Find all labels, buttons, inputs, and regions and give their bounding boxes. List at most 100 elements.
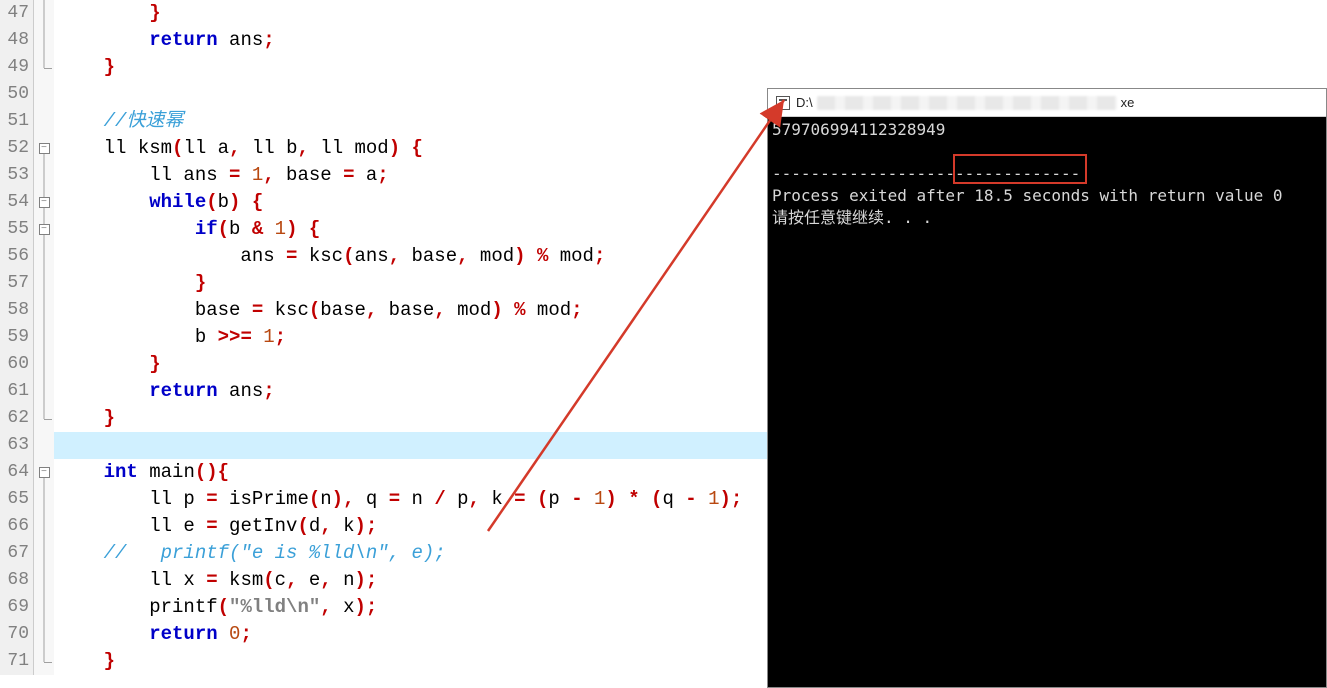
code-editor[interactable]: 47 }48 return ans;49 }5051 //快速幂52− ll k… [0,0,770,675]
code-content[interactable]: int main(){ [54,459,770,486]
line-number[interactable]: 68 [0,567,34,594]
line-number[interactable]: 57 [0,270,34,297]
fold-guide [34,567,54,594]
code-content[interactable]: } [54,648,770,675]
code-content[interactable]: } [54,351,770,378]
line-number[interactable]: 52 [0,135,34,162]
line-number[interactable]: 70 [0,621,34,648]
line-number[interactable]: 51 [0,108,34,135]
line-number[interactable]: 67 [0,540,34,567]
code-line[interactable]: 69 printf("%lld\n", x); [0,594,770,621]
fold-guide [34,54,54,81]
code-content[interactable]: ll ksm(ll a, ll b, ll mod) { [54,135,770,162]
code-line[interactable]: 50 [0,81,770,108]
line-number[interactable]: 58 [0,297,34,324]
line-number[interactable]: 60 [0,351,34,378]
fold-toggle-icon[interactable]: − [34,189,54,216]
code-content[interactable]: } [54,54,770,81]
fold-guide [34,594,54,621]
code-content[interactable]: return ans; [54,378,770,405]
line-number[interactable]: 66 [0,513,34,540]
line-number[interactable]: 47 [0,0,34,27]
code-line[interactable]: 47 } [0,0,770,27]
code-content[interactable] [54,432,770,459]
code-line[interactable]: 61 return ans; [0,378,770,405]
fold-guide [34,432,54,459]
code-line[interactable]: 67 // printf("e is %lld\n", e); [0,540,770,567]
fold-guide [34,540,54,567]
line-number[interactable]: 63 [0,432,34,459]
code-content[interactable]: b >>= 1; [54,324,770,351]
code-content[interactable]: printf("%lld\n", x); [54,594,770,621]
code-content[interactable]: // printf("e is %lld\n", e); [54,540,770,567]
line-number[interactable]: 48 [0,27,34,54]
fold-guide [34,270,54,297]
code-line[interactable]: 51 //快速幂 [0,108,770,135]
terminal-titlebar[interactable]: D:\ xe [768,89,1326,117]
line-number[interactable]: 49 [0,54,34,81]
line-number[interactable]: 61 [0,378,34,405]
line-number[interactable]: 64 [0,459,34,486]
fold-guide [34,162,54,189]
code-line[interactable]: 63 [0,432,770,459]
line-number[interactable]: 59 [0,324,34,351]
fold-guide [34,648,54,675]
line-number[interactable]: 53 [0,162,34,189]
code-line[interactable]: 54− while(b) { [0,189,770,216]
code-content[interactable]: if(b & 1) { [54,216,770,243]
code-line[interactable]: 65 ll p = isPrime(n), q = n / p, k = (p … [0,486,770,513]
terminal-title-suffix: xe [1121,95,1135,110]
code-line[interactable]: 57 } [0,270,770,297]
fold-guide [34,0,54,27]
code-content[interactable]: ll e = getInv(d, k); [54,513,770,540]
line-number[interactable]: 62 [0,405,34,432]
fold-guide [34,27,54,54]
code-line[interactable]: 53 ll ans = 1, base = a; [0,162,770,189]
line-number[interactable]: 54 [0,189,34,216]
terminal-prompt: 请按任意键继续. . . [772,208,932,227]
code-line[interactable]: 68 ll x = ksm(c, e, n); [0,567,770,594]
code-content[interactable]: //快速幂 [54,108,770,135]
code-line[interactable]: 52− ll ksm(ll a, ll b, ll mod) { [0,135,770,162]
code-line[interactable]: 55− if(b & 1) { [0,216,770,243]
code-line[interactable]: 48 return ans; [0,27,770,54]
terminal-title-prefix: D:\ [796,95,813,110]
fold-guide [34,108,54,135]
code-content[interactable]: ll x = ksm(c, e, n); [54,567,770,594]
code-content[interactable]: ans = ksc(ans, base, mod) % mod; [54,243,770,270]
code-content[interactable]: return 0; [54,621,770,648]
code-line[interactable]: 58 base = ksc(base, base, mod) % mod; [0,297,770,324]
line-number[interactable]: 69 [0,594,34,621]
line-number[interactable]: 65 [0,486,34,513]
code-line[interactable]: 49 } [0,54,770,81]
line-number[interactable]: 55 [0,216,34,243]
line-number[interactable]: 71 [0,648,34,675]
code-content[interactable]: } [54,270,770,297]
fold-guide [34,81,54,108]
code-line[interactable]: 64− int main(){ [0,459,770,486]
code-content[interactable]: } [54,0,770,27]
code-content[interactable] [54,81,770,108]
code-content[interactable]: return ans; [54,27,770,54]
code-line[interactable]: 62 } [0,405,770,432]
code-line[interactable]: 70 return 0; [0,621,770,648]
fold-guide [34,351,54,378]
code-content[interactable]: } [54,405,770,432]
code-content[interactable]: ll ans = 1, base = a; [54,162,770,189]
code-line[interactable]: 56 ans = ksc(ans, base, mod) % mod; [0,243,770,270]
terminal-exit-line: Process exited after 18.5 seconds with r… [772,186,1283,205]
fold-toggle-icon[interactable]: − [34,216,54,243]
line-number[interactable]: 50 [0,81,34,108]
code-line[interactable]: 59 b >>= 1; [0,324,770,351]
code-line[interactable]: 71 } [0,648,770,675]
fold-toggle-icon[interactable]: − [34,459,54,486]
code-content[interactable]: ll p = isPrime(n), q = n / p, k = (p - 1… [54,486,770,513]
fold-toggle-icon[interactable]: − [34,135,54,162]
terminal-body[interactable]: 579706994112328949 ---------------------… [768,117,1326,687]
code-line[interactable]: 66 ll e = getInv(d, k); [0,513,770,540]
code-content[interactable]: base = ksc(base, base, mod) % mod; [54,297,770,324]
code-line[interactable]: 60 } [0,351,770,378]
code-content[interactable]: while(b) { [54,189,770,216]
line-number[interactable]: 56 [0,243,34,270]
fold-guide [34,513,54,540]
